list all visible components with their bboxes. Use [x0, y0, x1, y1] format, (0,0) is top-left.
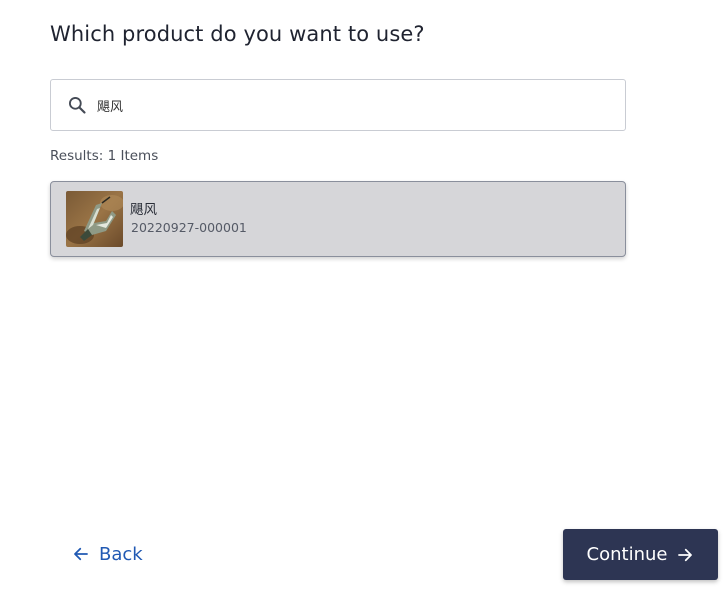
item-details: 飓风 20220927-000001 — [130, 201, 247, 237]
arrow-left-icon — [72, 545, 90, 563]
search-icon — [66, 94, 88, 116]
product-selection-page: Which product do you want to use? Result… — [0, 0, 727, 607]
search-input[interactable] — [97, 90, 597, 120]
item-code: 20220927-000001 — [131, 220, 247, 235]
continue-button[interactable]: Continue — [563, 529, 718, 580]
item-name: 飓风 — [130, 202, 157, 218]
page-title: Which product do you want to use? — [50, 22, 425, 46]
back-button-label: Back — [99, 543, 143, 565]
list-item[interactable]: 飓风 20220927-000001 — [50, 181, 626, 257]
product-thumbnail — [66, 191, 123, 247]
back-button[interactable]: Back — [60, 531, 155, 577]
continue-button-label: Continue — [586, 544, 668, 565]
search-box[interactable] — [50, 79, 626, 131]
results-count: Results: 1 Items — [50, 148, 159, 164]
arrow-right-icon — [676, 546, 694, 564]
